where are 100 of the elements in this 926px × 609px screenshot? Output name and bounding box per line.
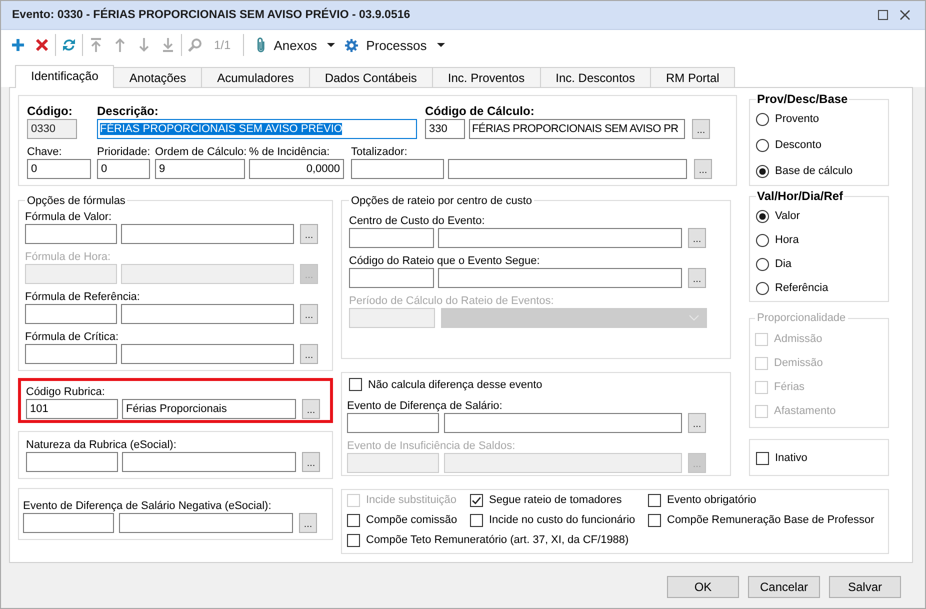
- checkbox-label[interactable]: Compõe Teto Remuneratório (art. 37, XI, da CF/1988): [366, 534, 629, 546]
- code-field[interactable]: [25, 224, 117, 244]
- text-field[interactable]: 0,0000: [249, 159, 344, 179]
- description-field[interactable]: FÉRIAS PROPORCIONAIS SEM AVISO PR: [469, 119, 685, 139]
- description-field[interactable]: Férias Proporcionais: [122, 398, 296, 418]
- cross-icon[interactable]: [35, 38, 49, 52]
- description-field[interactable]: [121, 304, 294, 324]
- group-title: Opções de rateio por centro de custo: [350, 194, 533, 208]
- maximize-icon[interactable]: [878, 10, 888, 20]
- close-icon[interactable]: [900, 10, 910, 20]
- radio-button[interactable]: [756, 282, 769, 294]
- code-field[interactable]: [26, 452, 118, 472]
- description-field[interactable]: [444, 452, 682, 472]
- group-title: Val/Hor/Dia/Ref: [756, 189, 844, 203]
- lookup-button[interactable]: ...: [300, 344, 318, 364]
- checkbox-label[interactable]: Segue rateio de tomadores: [489, 494, 622, 506]
- refresh-icon[interactable]: [62, 38, 76, 52]
- code-field[interactable]: [351, 159, 444, 179]
- description-field[interactable]: [438, 228, 682, 248]
- tab[interactable]: Inc. Proventos: [432, 67, 541, 87]
- dialog-button[interactable]: OK: [667, 576, 739, 598]
- lookup-button[interactable]: ...: [692, 119, 710, 139]
- description-field[interactable]: [121, 224, 294, 244]
- code-field[interactable]: [23, 512, 114, 532]
- field-label: Evento de Insuficiência de Saldos:: [347, 438, 516, 452]
- radio-button[interactable]: [756, 138, 769, 152]
- checkbox[interactable]: [470, 514, 483, 526]
- text-field[interactable]: 9: [155, 159, 245, 179]
- checkbox[interactable]: [756, 452, 769, 464]
- description-field[interactable]: [444, 412, 682, 432]
- tab[interactable]: Identificação: [15, 65, 114, 88]
- field-label: Chave:: [27, 145, 62, 159]
- description-field[interactable]: [121, 264, 294, 284]
- radio-label[interactable]: Provento: [775, 113, 820, 125]
- menu-button[interactable]: Anexos: [254, 34, 338, 56]
- radio-button[interactable]: [756, 210, 769, 222]
- checkbox[interactable]: [349, 378, 362, 391]
- description-field[interactable]: [448, 159, 687, 179]
- checkbox-label[interactable]: Evento obrigatório: [667, 494, 756, 506]
- dialog-button[interactable]: Cancelar: [748, 576, 820, 598]
- checkbox-label[interactable]: Inativo: [775, 452, 808, 464]
- radio-button[interactable]: [756, 164, 769, 178]
- text-field[interactable]: 0: [27, 159, 91, 179]
- checkbox-label[interactable]: Não calcula diferença desse evento: [368, 378, 542, 390]
- checkbox[interactable]: [648, 494, 661, 506]
- tab[interactable]: Dados Contábeis: [308, 67, 433, 87]
- tab[interactable]: RM Portal: [650, 67, 736, 87]
- lookup-button[interactable]: ...: [688, 268, 706, 288]
- description-field[interactable]: [122, 452, 296, 472]
- code-field[interactable]: [25, 304, 117, 324]
- lookup-button[interactable]: ...: [299, 512, 317, 532]
- code-field[interactable]: 330: [425, 119, 465, 139]
- field-label: Período de Cálculo do Rateio de Eventos:: [349, 294, 554, 308]
- field-label: Código Rubrica:: [26, 384, 105, 398]
- field-label: Totalizador:: [351, 145, 408, 159]
- gear-icon: [345, 38, 358, 52]
- radio-label[interactable]: Referência: [775, 282, 828, 294]
- lookup-button[interactable]: ...: [300, 304, 318, 324]
- radio-button[interactable]: [756, 258, 769, 270]
- lookup-button[interactable]: ...: [688, 228, 706, 248]
- group-title: Proporcionalidade: [756, 311, 847, 325]
- description-field[interactable]: [438, 268, 682, 288]
- field-label: Descrição:: [97, 104, 158, 119]
- tab[interactable]: Acumuladores: [201, 67, 310, 87]
- description-field[interactable]: [121, 344, 294, 364]
- dialog-button[interactable]: Salvar: [829, 576, 901, 598]
- checkbox-label[interactable]: Incide no custo do funcionário: [489, 514, 636, 526]
- plus-icon[interactable]: [11, 38, 25, 52]
- checkbox-label[interactable]: Compõe Remuneração Base de Professor: [667, 514, 874, 526]
- lookup-button[interactable]: ...: [302, 398, 320, 418]
- code-field[interactable]: [349, 228, 434, 248]
- checkbox[interactable]: [470, 494, 483, 506]
- code-field[interactable]: [25, 344, 117, 364]
- radio-label[interactable]: Hora: [775, 234, 799, 246]
- radio-label[interactable]: Dia: [775, 258, 792, 270]
- checkbox[interactable]: [648, 514, 661, 526]
- menu-button[interactable]: Processos: [343, 34, 447, 56]
- tab[interactable]: Inc. Descontos: [540, 67, 651, 87]
- checkbox-label[interactable]: Compõe comissão: [366, 514, 458, 526]
- code-field[interactable]: [347, 412, 439, 432]
- radio-label[interactable]: Base de cálculo: [775, 165, 853, 177]
- lookup-button[interactable]: ...: [300, 224, 318, 244]
- group-title: Opções de fórmulas: [26, 194, 126, 208]
- radio-label[interactable]: Valor: [775, 210, 800, 222]
- text-field[interactable]: 0: [97, 159, 150, 179]
- radio-button[interactable]: [756, 112, 769, 126]
- lookup-button[interactable]: ...: [694, 159, 712, 179]
- text-field[interactable]: FÉRIAS PROPORCIONAIS SEM AVISO PRÉVIO: [97, 119, 417, 139]
- code-field[interactable]: [349, 268, 434, 288]
- field-label: Natureza da Rubrica (eSocial):: [26, 438, 176, 452]
- description-field[interactable]: [119, 512, 293, 532]
- checkbox[interactable]: [347, 534, 360, 546]
- code-field[interactable]: 101: [26, 398, 118, 418]
- lookup-button[interactable]: ...: [302, 452, 320, 472]
- tab[interactable]: Anotações: [113, 67, 202, 87]
- radio-button[interactable]: [756, 234, 769, 246]
- checkbox[interactable]: [347, 514, 360, 526]
- radio-label[interactable]: Desconto: [775, 139, 822, 151]
- text-field[interactable]: 0330: [27, 119, 77, 139]
- lookup-button[interactable]: ...: [688, 412, 706, 432]
